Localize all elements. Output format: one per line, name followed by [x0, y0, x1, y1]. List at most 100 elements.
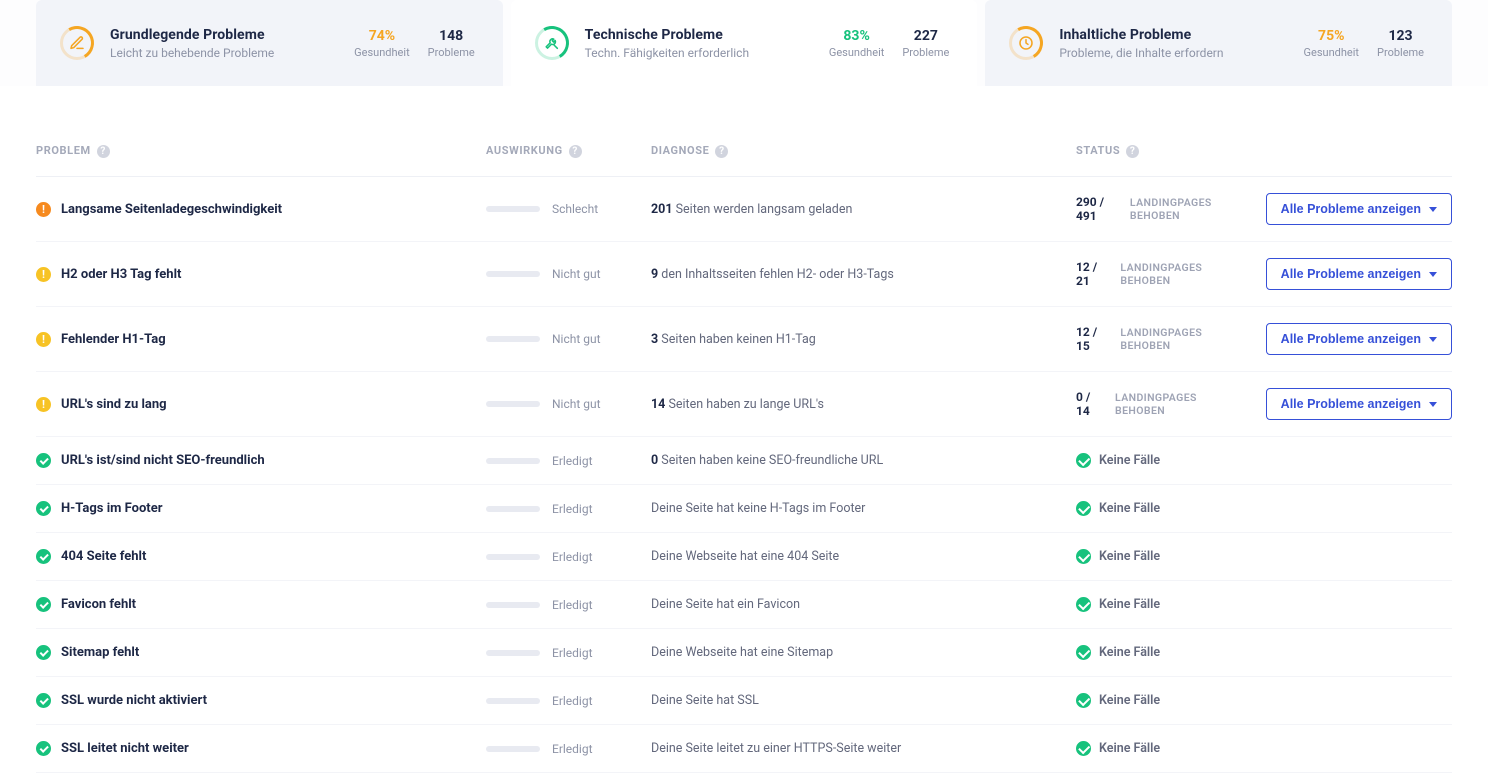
tab-problems-value: 227	[902, 28, 949, 44]
impact-bar	[486, 650, 540, 656]
table-row: 404 Seite fehlt Erledigt Deine Webseite …	[36, 533, 1452, 581]
tab-subtitle: Techn. Fähigkeiten erforderlich	[585, 46, 811, 60]
show-all-problems-button[interactable]: Alle Probleme anzeigen	[1266, 388, 1452, 420]
status-none: Keine Fälle	[1076, 645, 1160, 660]
problem-title[interactable]: Favicon fehlt	[61, 597, 136, 612]
problem-title[interactable]: SSL leitet nicht weiter	[61, 741, 189, 756]
check-icon	[1076, 645, 1091, 660]
tab-problems-value: 148	[428, 28, 475, 44]
col-impact-header: AUSWIRKUNG	[486, 144, 563, 157]
impact-bar	[486, 206, 540, 212]
status-none: Keine Fälle	[1076, 453, 1160, 468]
problem-title[interactable]: Fehlender H1-Tag	[61, 332, 166, 347]
check-icon	[1076, 597, 1091, 612]
tab-health-label: Gesundheit	[354, 46, 410, 59]
diagnosis-text: Deine Webseite hat eine 404 Seite	[651, 549, 1076, 564]
check-icon	[1076, 549, 1091, 564]
chevron-down-icon	[1429, 337, 1437, 342]
status-count: 290 / 491 LANDINGPAGES BEHOBEN	[1076, 195, 1250, 223]
show-all-problems-button[interactable]: Alle Probleme anzeigen	[1266, 193, 1452, 225]
problem-title[interactable]: 404 Seite fehlt	[61, 549, 146, 564]
problem-title[interactable]: H-Tags im Footer	[61, 501, 163, 516]
category-tabs: Grundlegende Probleme Leicht zu behebend…	[0, 0, 1488, 86]
col-diagnosis-header: DIAGNOSE	[651, 144, 709, 157]
table-row: ! H2 oder H3 Tag fehlt Nicht gut 9 den I…	[36, 242, 1452, 307]
help-icon[interactable]: ?	[1126, 145, 1139, 158]
tab-health-value: 74%	[354, 28, 410, 44]
impact-label: Nicht gut	[552, 267, 601, 281]
table-row: SSL leitet nicht weiter Erledigt Deine S…	[36, 725, 1452, 773]
problem-title[interactable]: Sitemap fehlt	[61, 645, 139, 660]
tab-problems-label: Probleme	[428, 46, 475, 59]
table-row: H-Tags im Footer Erledigt Deine Seite ha…	[36, 485, 1452, 533]
impact-bar	[486, 698, 540, 704]
status-none: Keine Fälle	[1076, 693, 1160, 708]
impact-label: Nicht gut	[552, 332, 601, 346]
chevron-down-icon	[1429, 272, 1437, 277]
chevron-down-icon	[1429, 402, 1437, 407]
impact-label: Erledigt	[552, 454, 593, 468]
status-none: Keine Fälle	[1076, 597, 1160, 612]
tab-subtitle: Leicht zu behebende Probleme	[110, 46, 336, 60]
impact-label: Erledigt	[552, 742, 593, 756]
table-row: ! URL's sind zu lang Nicht gut 14 Seiten…	[36, 372, 1452, 437]
col-status-header: STATUS	[1076, 144, 1120, 157]
severity-icon: !	[36, 332, 51, 347]
category-tab[interactable]: Technische Probleme Techn. Fähigkeiten e…	[511, 0, 978, 86]
show-all-problems-button[interactable]: Alle Probleme anzeigen	[1266, 258, 1452, 290]
problem-title[interactable]: URL's sind zu lang	[61, 397, 167, 412]
impact-label: Erledigt	[552, 646, 593, 660]
status-none: Keine Fälle	[1076, 741, 1160, 756]
impact-bar	[486, 506, 540, 512]
severity-icon	[36, 453, 51, 468]
severity-icon	[36, 645, 51, 660]
chevron-down-icon	[1429, 207, 1437, 212]
severity-icon	[36, 549, 51, 564]
severity-icon	[36, 597, 51, 612]
table-row: ! Fehlender H1-Tag Nicht gut 3 Seiten ha…	[36, 307, 1452, 372]
severity-icon	[36, 501, 51, 516]
show-all-problems-button[interactable]: Alle Probleme anzeigen	[1266, 323, 1452, 355]
tab-problems-value: 123	[1377, 28, 1424, 44]
diagnosis-text: 201 Seiten werden langsam geladen	[651, 202, 1076, 217]
problem-title[interactable]: Langsame Seitenladegeschwindigkeit	[61, 202, 282, 217]
diagnosis-text: Deine Seite hat keine H-Tags im Footer	[651, 501, 1076, 516]
impact-label: Erledigt	[552, 598, 593, 612]
tab-subtitle: Probleme, die Inhalte erfordern	[1059, 46, 1285, 60]
check-icon	[1076, 501, 1091, 516]
severity-icon	[36, 741, 51, 756]
severity-icon: !	[36, 267, 51, 282]
table-header: PROBLEM? AUSWIRKUNG? DIAGNOSE? STATUS?	[36, 134, 1452, 177]
tab-problems-label: Probleme	[1377, 46, 1424, 59]
help-icon[interactable]: ?	[97, 145, 110, 158]
problem-title[interactable]: SSL wurde nicht aktiviert	[61, 693, 207, 708]
col-problem-header: PROBLEM	[36, 144, 91, 157]
category-tab[interactable]: Grundlegende Probleme Leicht zu behebend…	[36, 0, 503, 86]
help-icon[interactable]: ?	[569, 145, 582, 158]
impact-bar	[486, 271, 540, 277]
pencil-icon	[60, 26, 94, 60]
problem-title[interactable]: URL's ist/sind nicht SEO-freundlich	[61, 453, 265, 468]
table-row: ! Langsame Seitenladegeschwindigkeit Sch…	[36, 177, 1452, 242]
diagnosis-text: Deine Seite leitet zu einer HTTPS-Seite …	[651, 741, 1076, 756]
status-count: 12 / 21 LANDINGPAGES BEHOBEN	[1076, 260, 1250, 288]
tab-health-label: Gesundheit	[829, 46, 885, 59]
diagnosis-text: 0 Seiten haben keine SEO-freundliche URL	[651, 453, 1076, 468]
table-row: Favicon fehlt Erledigt Deine Seite hat e…	[36, 581, 1452, 629]
severity-icon	[36, 693, 51, 708]
diagnosis-text: Deine Seite hat SSL	[651, 693, 1076, 708]
impact-label: Erledigt	[552, 502, 593, 516]
tab-title: Inhaltliche Probleme	[1059, 27, 1285, 43]
file-icon	[1009, 26, 1043, 60]
diagnosis-text: Deine Webseite hat eine Sitemap	[651, 645, 1076, 660]
status-none: Keine Fälle	[1076, 501, 1160, 516]
tab-title: Technische Probleme	[585, 27, 811, 43]
status-count: 12 / 15 LANDINGPAGES BEHOBEN	[1076, 325, 1250, 353]
problem-title[interactable]: H2 oder H3 Tag fehlt	[61, 267, 181, 282]
diagnosis-text: 3 Seiten haben keinen H1-Tag	[651, 332, 1076, 347]
check-icon	[1076, 693, 1091, 708]
tab-health-value: 75%	[1304, 28, 1360, 44]
category-tab[interactable]: Inhaltliche Probleme Probleme, die Inhal…	[985, 0, 1452, 86]
impact-bar	[486, 602, 540, 608]
help-icon[interactable]: ?	[715, 145, 728, 158]
